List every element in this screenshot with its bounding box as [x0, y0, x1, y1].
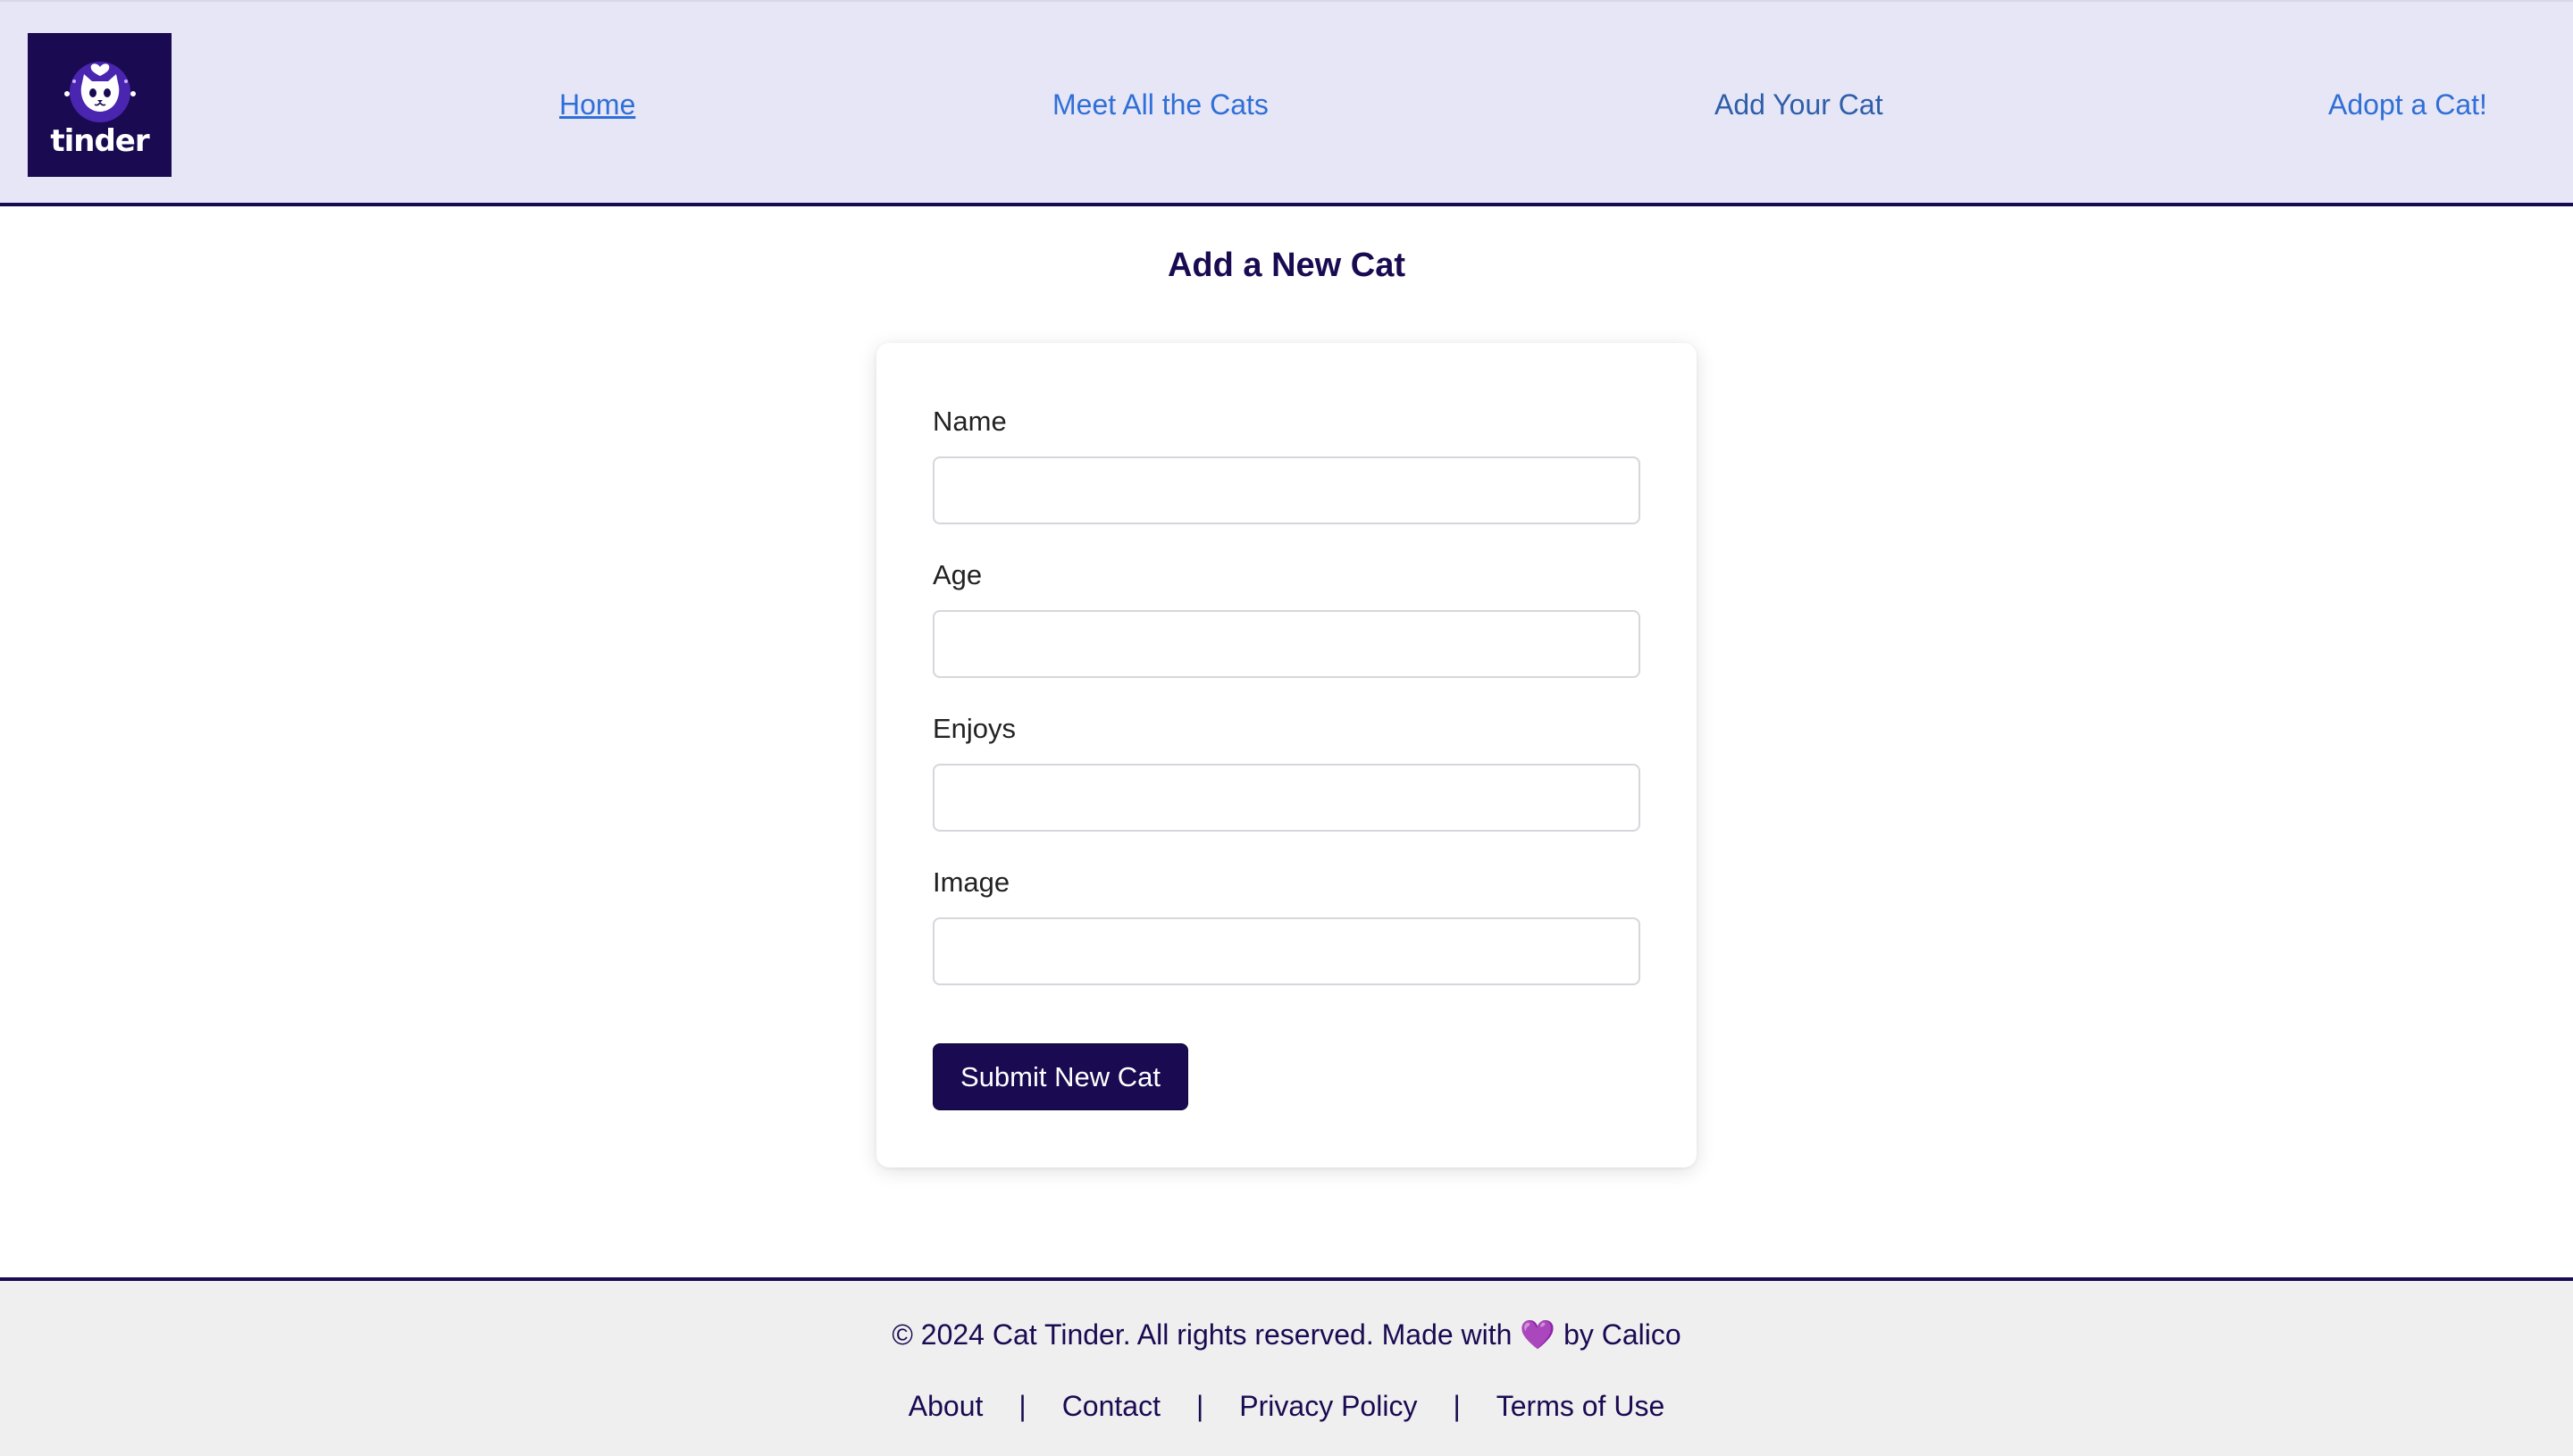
copyright-text: © 2024 Cat Tinder. All rights reserved. …: [0, 1317, 2573, 1352]
page-title: Add a New Cat: [1167, 247, 1406, 284]
site-header: tinder Home Meet All the Cats Add Your C…: [0, 0, 2573, 206]
footer-link-contact[interactable]: Contact: [1062, 1388, 1161, 1424]
footer-separator: |: [1018, 1390, 1027, 1422]
site-footer: © 2024 Cat Tinder. All rights reserved. …: [0, 1277, 2573, 1456]
footer-nav: About | Contact | Privacy Policy | Terms…: [0, 1388, 2573, 1424]
footer-separator: |: [1195, 1390, 1204, 1422]
footer-link-terms-of-use[interactable]: Terms of Use: [1496, 1388, 1664, 1424]
age-label: Age: [933, 559, 983, 590]
name-field[interactable]: [933, 456, 1640, 524]
copyright-prefix: © 2024 Cat Tinder. All rights reserved. …: [892, 1318, 1513, 1351]
nav-meet-all-cats[interactable]: Meet All the Cats: [1052, 87, 1269, 122]
footer-separator: |: [1453, 1390, 1461, 1422]
image-label: Image: [933, 866, 1010, 898]
age-field[interactable]: [933, 610, 1640, 678]
image-field[interactable]: [933, 917, 1640, 985]
enjoys-label: Enjoys: [933, 713, 1017, 744]
copyright-suffix: by Calico: [1563, 1318, 1681, 1351]
footer-link-about[interactable]: About: [909, 1388, 984, 1424]
nav-adopt-a-cat[interactable]: Adopt a Cat!: [2328, 87, 2487, 122]
nav-add-your-cat[interactable]: Add Your Cat: [1714, 87, 1883, 122]
enjoys-field[interactable]: [933, 764, 1640, 832]
nav-home[interactable]: Home: [559, 87, 635, 122]
footer-link-privacy-policy[interactable]: Privacy Policy: [1239, 1388, 1417, 1424]
new-cat-form: Name Age Enjoys Image Submit New Cat: [876, 343, 1697, 1167]
cat-face-icon: [63, 61, 136, 122]
submit-new-cat-button[interactable]: Submit New Cat: [933, 1043, 1188, 1110]
site-logo[interactable]: tinder: [28, 33, 172, 177]
name-label: Name: [933, 406, 1007, 437]
logo-wordmark: tinder: [50, 122, 149, 159]
heart-icon: 💜: [1520, 1318, 1556, 1351]
